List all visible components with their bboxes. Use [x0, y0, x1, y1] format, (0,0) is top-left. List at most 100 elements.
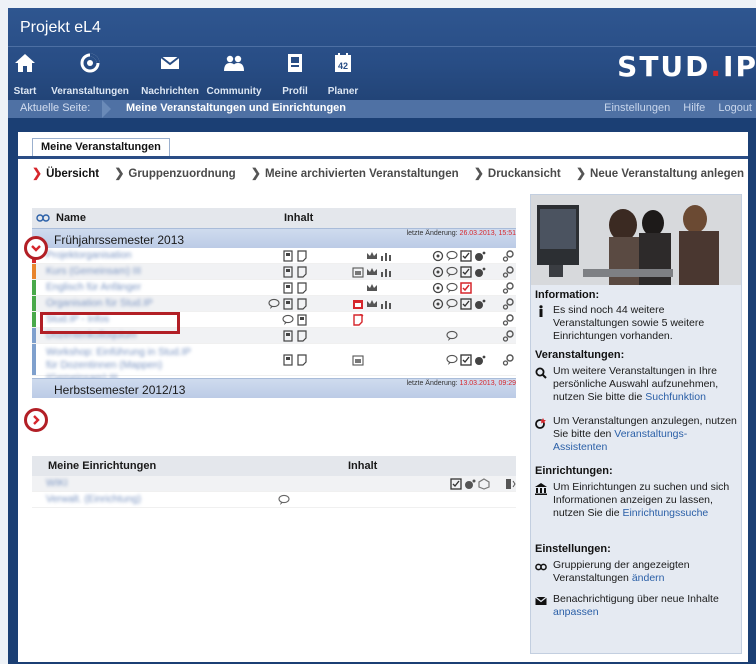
wiki-icon[interactable]: [464, 478, 476, 490]
course-name-link[interactable]: Kurs (Gemeinsam) III: [46, 266, 194, 277]
participants-icon[interactable]: [366, 282, 378, 294]
link-chain-icon[interactable]: [36, 214, 50, 222]
expand-toggle-highlight[interactable]: [24, 408, 48, 432]
file-icon[interactable]: [296, 354, 308, 366]
collapse-toggle-highlight[interactable]: [24, 236, 48, 260]
nav-nachrichten[interactable]: Nachrichten: [138, 50, 202, 98]
votes-icon[interactable]: [380, 298, 392, 310]
schedule-icon[interactable]: [352, 266, 364, 278]
document-icon[interactable]: [282, 354, 294, 366]
settings-icon[interactable]: [502, 266, 514, 278]
course-name-link[interactable]: Organisation für Stud.IP: [46, 298, 194, 309]
files-icon[interactable]: [478, 478, 490, 490]
checkbox-icon[interactable]: [460, 298, 472, 310]
file-icon[interactable]: [296, 266, 308, 278]
participants-icon[interactable]: [366, 298, 378, 310]
nav-start[interactable]: Start: [10, 50, 40, 98]
course-row[interactable]: Workshop: Einführung in Stud.IP für Doze…: [32, 344, 516, 384]
forum-icon[interactable]: [446, 330, 458, 342]
elearning-icon[interactable]: [432, 282, 444, 294]
settings-icon[interactable]: [502, 330, 514, 342]
settings-icon[interactable]: [502, 250, 514, 262]
subnav-druckansicht[interactable]: ❯ Druckansicht: [474, 166, 561, 180]
elearning-icon[interactable]: [432, 250, 444, 262]
settings-icon[interactable]: [502, 282, 514, 294]
column-header-institutes[interactable]: Meine Einrichtungen: [48, 460, 156, 472]
votes-icon[interactable]: [380, 266, 392, 278]
checkbox-icon[interactable]: [460, 250, 472, 262]
settings-link[interactable]: Einstellungen: [604, 102, 670, 114]
subnav-gruppenzuordnung[interactable]: ❯ Gruppenzuordnung: [114, 166, 235, 180]
document-icon[interactable]: [282, 282, 294, 294]
checkbox-icon[interactable]: [460, 354, 472, 366]
institute-name[interactable]: WIKI: [46, 478, 194, 489]
institute-building-icon: [535, 483, 547, 495]
nav-community[interactable]: Community: [204, 50, 264, 98]
nav-profil[interactable]: Profil: [278, 50, 312, 98]
document-icon[interactable]: [282, 266, 294, 278]
wiki-icon[interactable]: [474, 266, 486, 278]
document-icon[interactable]: [296, 314, 308, 326]
column-header-name[interactable]: Name: [56, 212, 86, 224]
elearning-icon[interactable]: [432, 266, 444, 278]
document-icon[interactable]: [282, 330, 294, 342]
nav-planer[interactable]: 42 Planer: [326, 50, 360, 98]
settings-icon[interactable]: [502, 354, 514, 366]
file-icon[interactable]: [296, 282, 308, 294]
forum-icon[interactable]: [446, 298, 458, 310]
votes-icon[interactable]: [380, 250, 392, 262]
course-row[interactable]: Projektorganisation: [32, 248, 516, 264]
wiki-icon[interactable]: [474, 354, 486, 366]
file-icon[interactable]: [296, 298, 308, 310]
participants-icon[interactable]: [366, 250, 378, 262]
forum-icon[interactable]: [278, 494, 290, 506]
forum-icon[interactable]: [446, 266, 458, 278]
file-icon[interactable]: [296, 250, 308, 262]
semester-header[interactable]: Frühjahrssemester 2013 letzte Änderung: …: [32, 228, 516, 248]
subnav-uebersicht[interactable]: ❯ Übersicht: [32, 166, 99, 180]
wiki-icon[interactable]: [474, 298, 486, 310]
nav-veranstaltungen[interactable]: Veranstaltungen: [44, 50, 136, 98]
studip-logo[interactable]: STUD.IP: [617, 50, 756, 83]
institute-row[interactable]: Verwalt. (Einrichtung): [32, 492, 516, 508]
subnav-archivierte[interactable]: ❯ Meine archivierten Veranstaltungen: [251, 166, 459, 180]
semester-header[interactable]: Herbstsemester 2012/13 letzte Änderung: …: [32, 378, 516, 398]
search-function-link[interactable]: Suchfunktion: [645, 391, 706, 403]
course-row[interactable]: Englisch für Anfänger: [32, 280, 516, 296]
wiki-icon[interactable]: [474, 250, 486, 262]
elearning-icon[interactable]: [432, 298, 444, 310]
institute-row[interactable]: WIKI: [32, 476, 516, 492]
file-new-icon[interactable]: [352, 314, 364, 326]
subnav-neue-veranstaltung[interactable]: ❯ Neue Veranstaltung anlegen: [576, 166, 744, 180]
semester-last-change: letzte Änderung: 26.03.2013, 15:51: [406, 230, 516, 237]
course-row[interactable]: Organisation für Stud.IP: [32, 296, 516, 312]
grouping-change-link[interactable]: ändern: [632, 572, 665, 584]
logout-link[interactable]: Logout: [718, 102, 752, 114]
forum-icon[interactable]: [282, 314, 294, 326]
forum-icon[interactable]: [446, 354, 458, 366]
course-row[interactable]: Kurs (Gemeinsam) III: [32, 264, 516, 280]
participants-icon[interactable]: [366, 266, 378, 278]
forum-icon[interactable]: [446, 250, 458, 262]
checkbox-new-icon[interactable]: [460, 282, 472, 294]
forum-icon[interactable]: [446, 282, 458, 294]
settings-icon[interactable]: [502, 298, 514, 310]
chevron-right-icon: [33, 415, 40, 425]
course-name-link[interactable]: Englisch für Anfänger: [46, 282, 194, 293]
forum-icon[interactable]: [268, 298, 280, 310]
help-link[interactable]: Hilfe: [683, 102, 705, 114]
document-icon[interactable]: [282, 298, 294, 310]
notification-adjust-link[interactable]: anpassen: [553, 606, 599, 618]
document-icon[interactable]: [282, 250, 294, 262]
settings-icon[interactable]: [502, 314, 514, 326]
door-icon[interactable]: [504, 478, 516, 490]
tab-meine-veranstaltungen[interactable]: Meine Veranstaltungen: [32, 138, 170, 156]
file-icon[interactable]: [296, 330, 308, 342]
checkbox-icon[interactable]: [460, 266, 472, 278]
schedule-icon[interactable]: [352, 354, 364, 366]
schedule-new-icon[interactable]: [352, 298, 364, 310]
institute-search-link[interactable]: Einrichtungssuche: [622, 507, 708, 519]
course-name-link[interactable]: Projektorganisation: [46, 250, 194, 261]
institute-name[interactable]: Verwalt. (Einrichtung): [46, 494, 194, 505]
checkbox-icon[interactable]: [450, 478, 462, 490]
